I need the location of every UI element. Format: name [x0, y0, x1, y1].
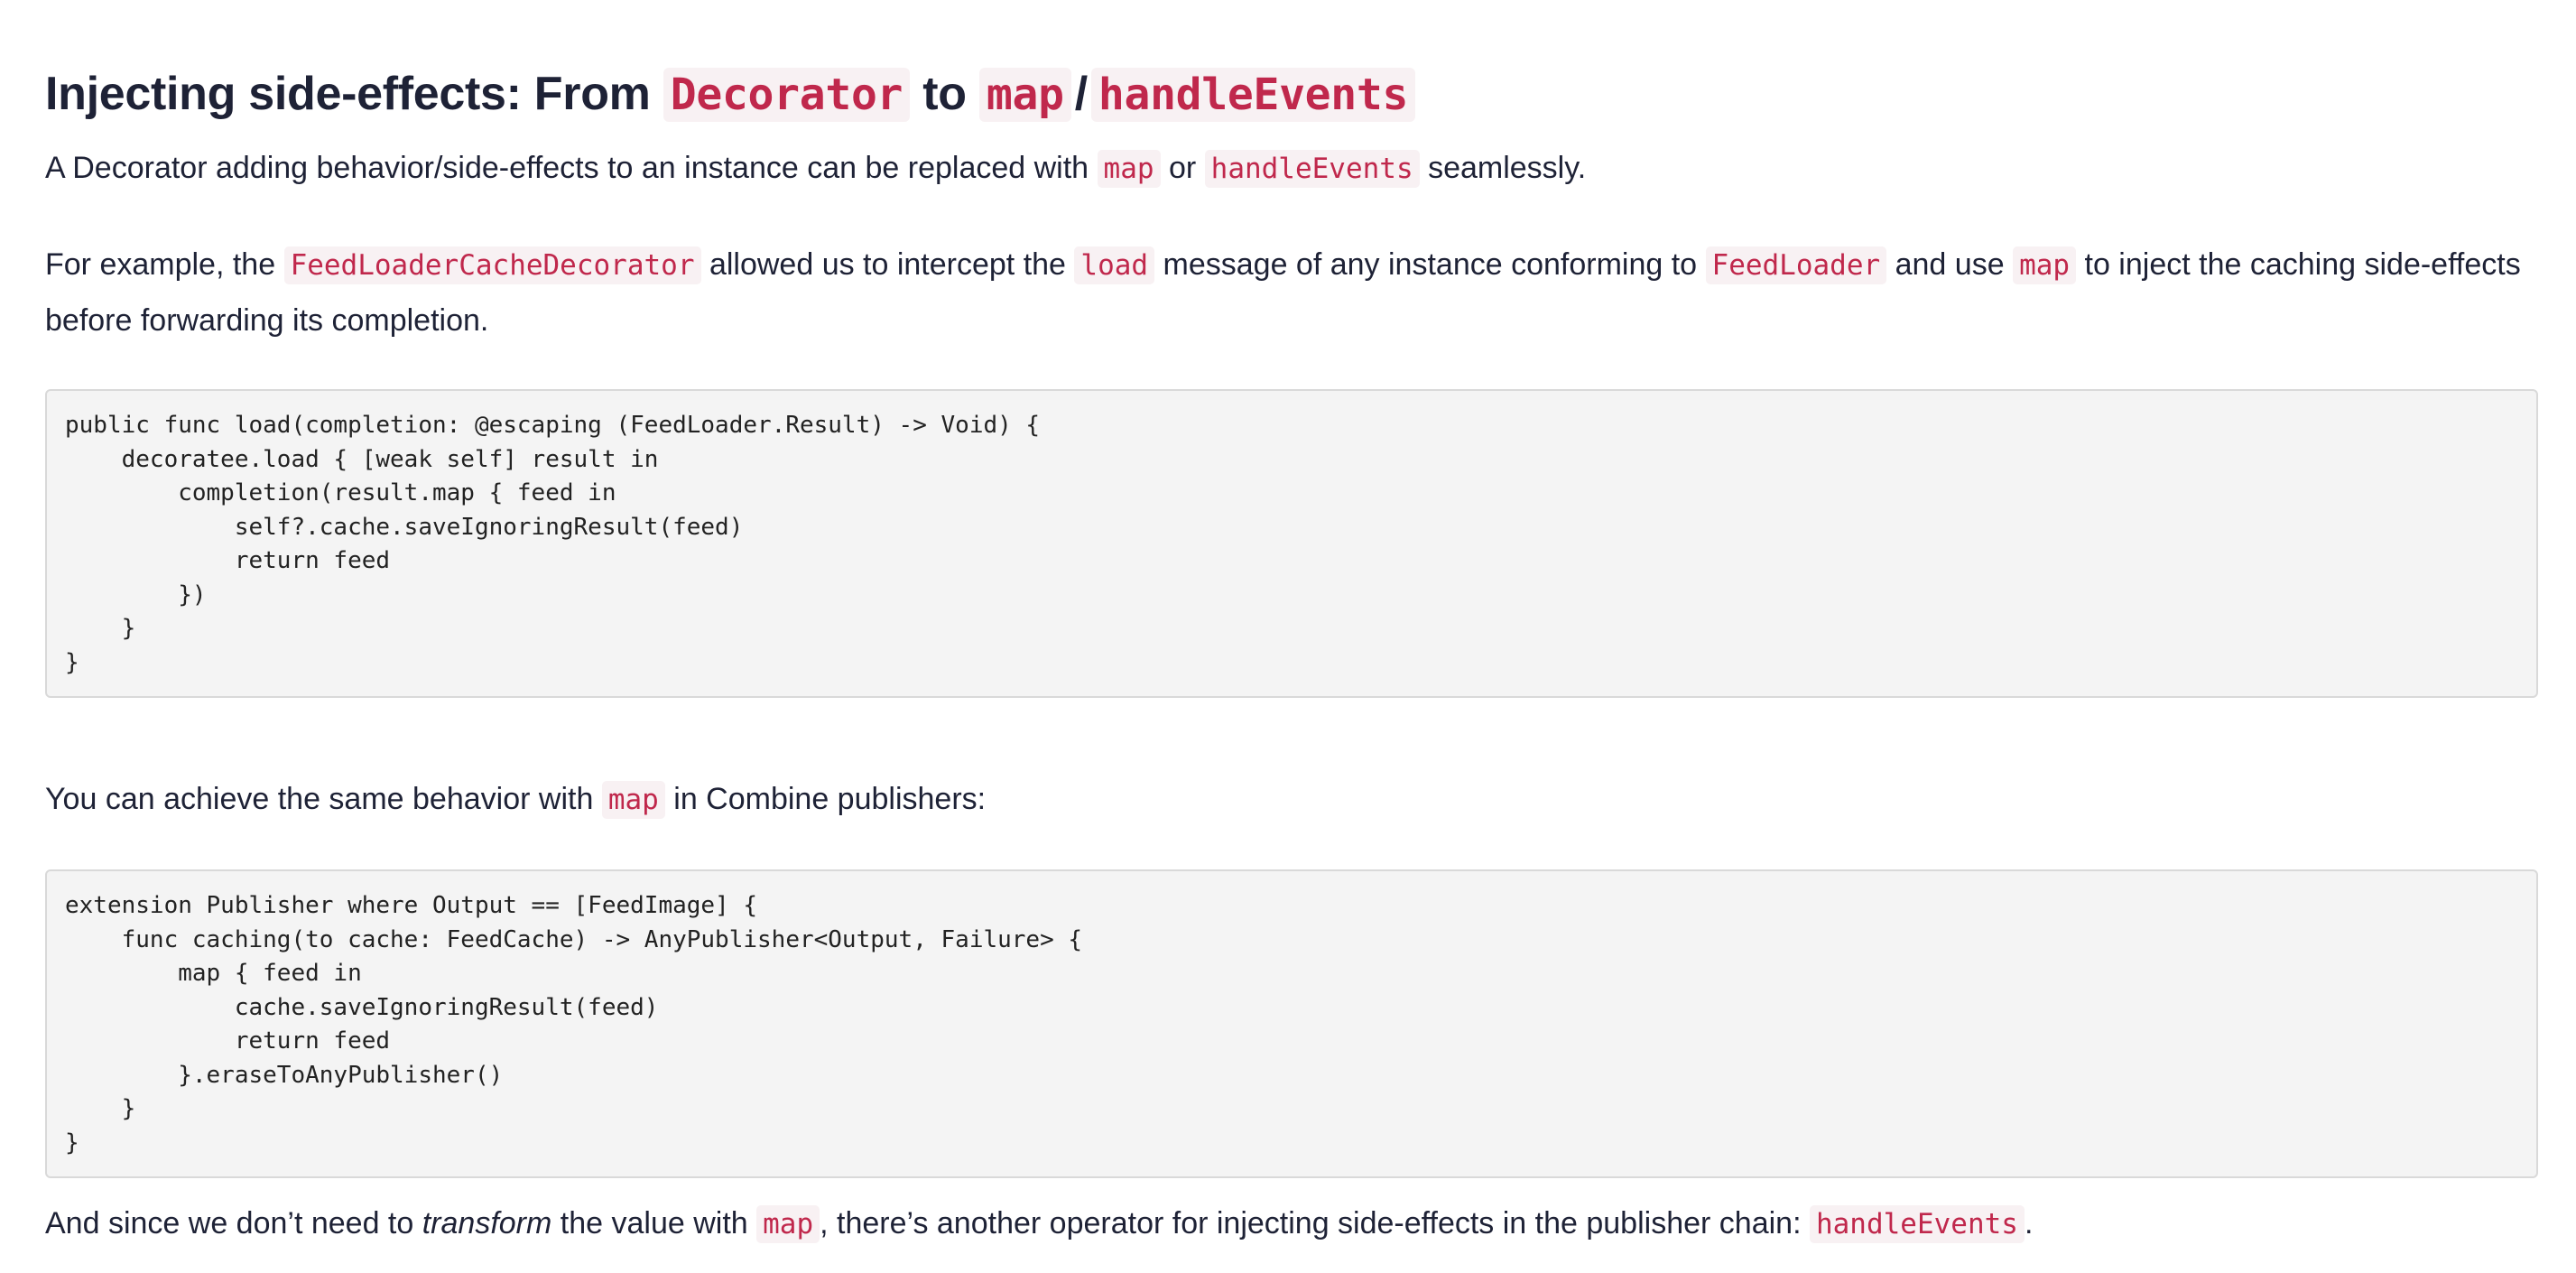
intro-text-3: seamlessly.	[1419, 151, 1587, 185]
inline-code-map: map	[2013, 246, 2077, 284]
inline-code-map: map	[756, 1205, 820, 1243]
emphasis-transform: transform	[422, 1206, 552, 1240]
heading-code-handleevents: handleEvents	[1090, 68, 1416, 122]
handleevents-paragraph: And since we don’t need to transform the…	[45, 1196, 2033, 1252]
code-block-publisher-extension: extension Publisher where Output == [Fee…	[45, 869, 2538, 1178]
combine-paragraph: You can achieve the same behavior with m…	[45, 772, 986, 828]
inline-code-handleevents: handleEvents	[1809, 1205, 2025, 1243]
example-text-2: allowed us to intercept the	[700, 247, 1075, 282]
inline-code-map: map	[601, 781, 665, 819]
heading-slash: /	[1074, 68, 1088, 120]
inline-code-feedloadercachedecorator: FeedLoaderCacheDecorator	[283, 246, 701, 284]
handleevents-text-2: the value with	[551, 1206, 757, 1240]
intro-text-2: or	[1160, 151, 1205, 185]
intro-text-1: A Decorator adding behavior/side-effects…	[45, 151, 1098, 185]
handleevents-text-4: .	[2024, 1206, 2034, 1240]
inline-code-load: load	[1074, 246, 1155, 284]
handleevents-text-1: And since we don’t need to	[45, 1206, 422, 1240]
section-heading: Injecting side-effects: From Decorator t…	[45, 65, 1416, 124]
handleevents-text-3: , there’s another operator for injecting…	[820, 1206, 1810, 1240]
example-text-3: message of any instance conforming to	[1154, 247, 1706, 282]
intro-paragraph: A Decorator adding behavior/side-effects…	[45, 141, 1586, 197]
example-text-1: For example, the	[45, 247, 284, 282]
heading-code-decorator: Decorator	[663, 68, 911, 122]
heading-text-prefix: Injecting side-effects: From	[45, 68, 663, 120]
example-paragraph: For example, the FeedLoaderCacheDecorato…	[45, 237, 2538, 348]
inline-code-handleevents: handleEvents	[1204, 150, 1420, 188]
combine-text-2: in Combine publishers:	[664, 782, 987, 816]
heading-code-map: map	[978, 68, 1071, 122]
combine-text-1: You can achieve the same behavior with	[45, 782, 602, 816]
example-text-4: and use	[1886, 247, 2014, 282]
heading-text-middle: to	[910, 68, 979, 120]
code-block-decorator: public func load(completion: @escaping (…	[45, 389, 2538, 698]
inline-code-feedloader: FeedLoader	[1705, 246, 1887, 284]
inline-code-map: map	[1097, 150, 1161, 188]
